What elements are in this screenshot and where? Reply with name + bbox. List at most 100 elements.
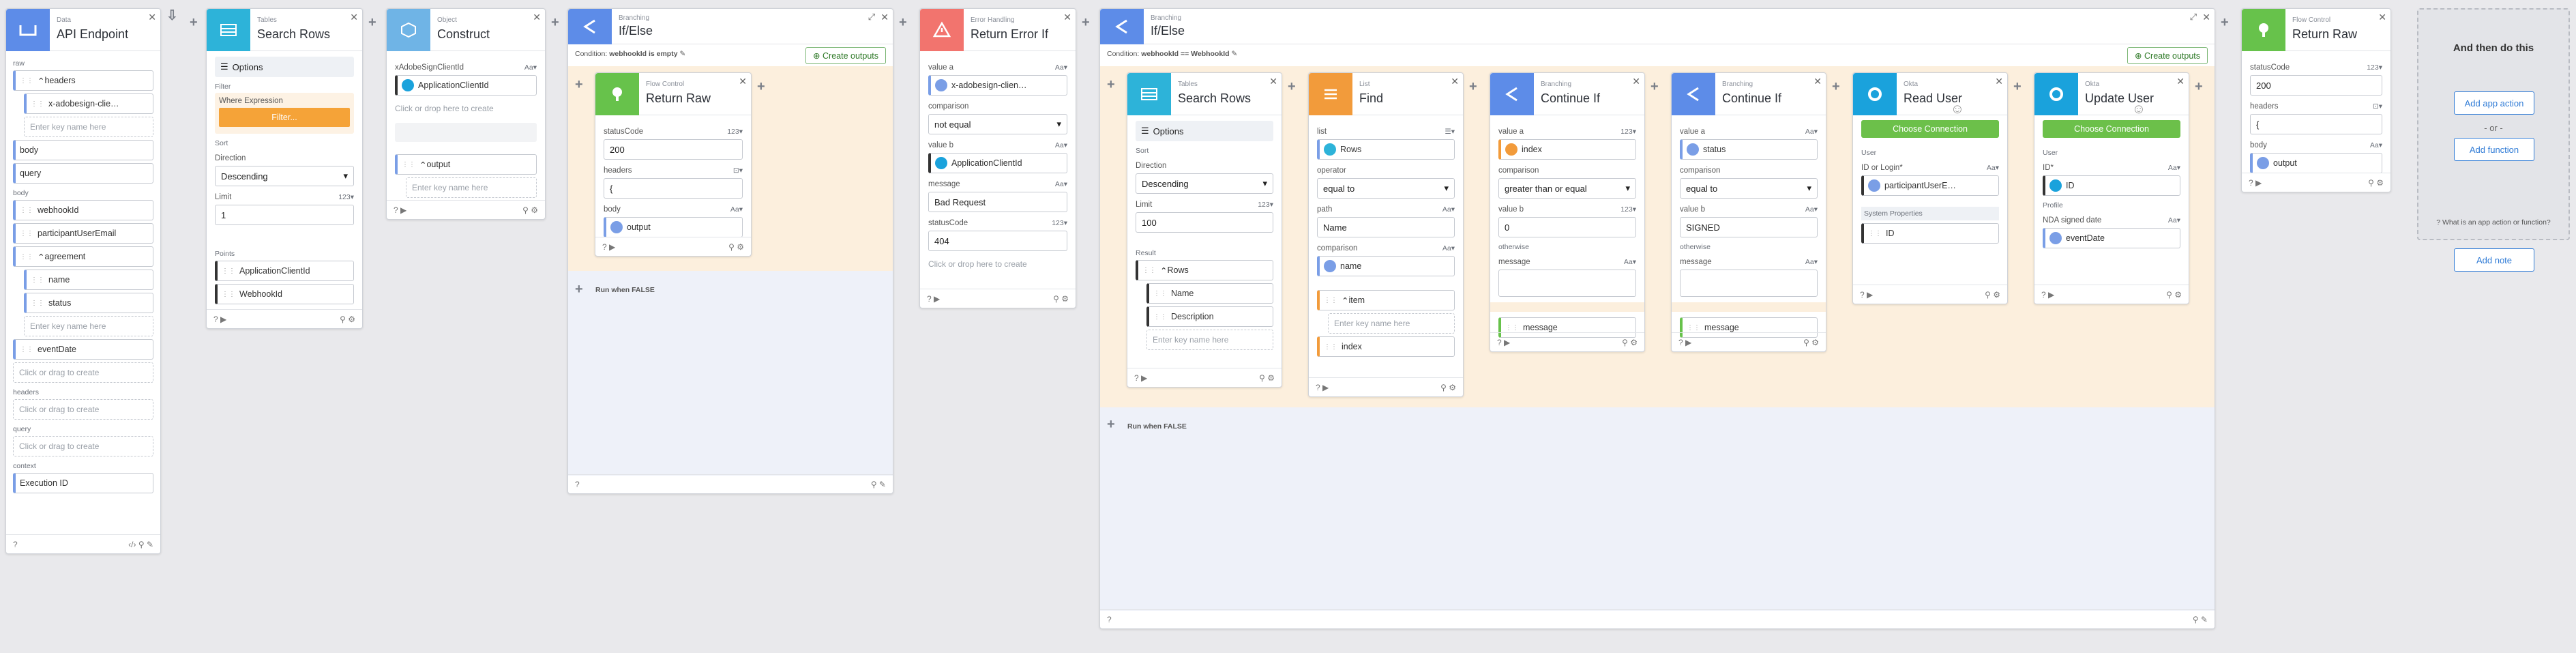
status-input[interactable]: 200 — [2250, 75, 2382, 96]
key-xadobesign[interactable]: ⋮⋮ x-adobesign-clie… — [24, 93, 153, 114]
comparison-select[interactable]: equal to ▾ — [1680, 178, 1818, 199]
close-icon[interactable]: ✕ — [1813, 76, 1822, 87]
help-icon[interactable]: ? — [1107, 615, 1112, 624]
list-pill[interactable]: Rows — [1317, 139, 1455, 160]
key-input[interactable]: Enter key name here — [1328, 313, 1455, 334]
comparison-pill[interactable]: name — [1317, 256, 1455, 276]
add-step-icon[interactable]: + — [575, 77, 583, 93]
choose-connection-button[interactable]: Choose Connection — [1861, 120, 1999, 138]
add-step-icon[interactable]: + — [899, 15, 907, 31]
toolbar-icons[interactable]: ⚲ ⚙ — [2166, 290, 2182, 300]
return-error-card[interactable]: Error Handling Return Error If ✕ value a… — [919, 8, 1076, 308]
key-headers[interactable]: ⋮⋮ ⌃ headers — [13, 70, 153, 91]
body-pill[interactable]: output — [2250, 153, 2382, 173]
direction-select[interactable]: Descending ▾ — [215, 166, 354, 186]
help-icon[interactable]: ? ▶ — [2041, 290, 2054, 300]
toolbar-icons[interactable]: ‹/› ⚲ ✎ — [128, 540, 153, 549]
value-a-pill[interactable]: x-adobesign-clien… — [928, 75, 1067, 96]
comparison-select[interactable]: not equal ▾ — [928, 114, 1067, 134]
add-step-icon[interactable]: + — [1650, 79, 1659, 95]
options-toggle[interactable]: ☰ Options — [215, 57, 354, 77]
point-item[interactable]: ⋮⋮ ApplicationClientId — [215, 261, 354, 281]
key-input[interactable]: Enter key name here — [24, 117, 153, 137]
toolbar-icons[interactable]: ⚲ ⚙ — [1259, 373, 1275, 383]
toolbar-icons[interactable]: ⚲ ⚙ — [1440, 383, 1456, 392]
search-rows-card[interactable]: Tables Search Rows ✕ ☰ Options Sort Dire… — [1127, 72, 1282, 388]
close-icon[interactable]: ✕ — [533, 12, 541, 23]
toolbar-icons[interactable]: ⚲ ⚙ — [1622, 338, 1638, 347]
close-icon[interactable]: ✕ — [1063, 12, 1071, 23]
search-rows-card[interactable]: Tables Search Rows ✕ ☰ Options Filter Wh… — [206, 8, 363, 329]
add-step-icon[interactable]: + — [2195, 79, 2203, 95]
key-agreement[interactable]: ⋮⋮ ⌃ agreement — [13, 246, 153, 267]
key-body[interactable]: body — [13, 140, 153, 160]
help-icon[interactable]: ? ▶ — [1134, 373, 1147, 383]
close-icon[interactable]: ✕ — [1451, 76, 1459, 87]
key-query[interactable]: query — [13, 163, 153, 184]
expand-icon[interactable]: ⤢ — [2190, 12, 2197, 23]
nda-pill[interactable]: eventDate — [2043, 228, 2180, 248]
body-pill[interactable]: output — [604, 217, 743, 237]
add-step-icon[interactable]: + — [368, 15, 376, 31]
help-icon[interactable]: ? ▶ — [1860, 290, 1873, 300]
create-placeholder[interactable]: Click or drag to create — [13, 399, 153, 420]
add-step-icon[interactable]: + — [551, 15, 559, 31]
output-key[interactable]: ⋮⋮ ⌃ output — [395, 154, 537, 175]
add-step-icon[interactable]: + — [2221, 15, 2229, 31]
return-raw-card[interactable]: Flow Control Return Raw ✕ statusCode 123▾… — [2241, 8, 2391, 192]
toolbar-icons[interactable]: ⚲ ⚙ — [522, 205, 538, 215]
toolbar-icons[interactable]: ⚲ ⚙ — [340, 315, 355, 324]
direction-select[interactable]: Descending ▾ — [1136, 173, 1273, 194]
help-icon[interactable]: ? ▶ — [394, 205, 406, 215]
key-status[interactable]: ⋮⋮ status — [24, 293, 153, 313]
headers-input[interactable]: { — [2250, 114, 2382, 134]
point-item[interactable]: ⋮⋮ WebhookId — [215, 284, 354, 304]
help-link[interactable]: ? What is an app action or function? — [2418, 218, 2568, 227]
options-toggle[interactable]: ☰ Options — [1136, 121, 1273, 141]
close-icon[interactable]: ✕ — [148, 12, 156, 23]
key-input[interactable]: Enter key name here — [406, 177, 537, 198]
add-step-icon[interactable]: + — [1082, 15, 1090, 31]
limit-input[interactable]: 100 — [1136, 212, 1273, 233]
add-step-icon[interactable]: + — [1469, 79, 1477, 95]
add-step-icon[interactable]: + — [1288, 79, 1296, 95]
value-b-input[interactable]: 0 — [1498, 217, 1636, 237]
add-step-icon[interactable]: + — [575, 282, 583, 298]
help-icon[interactable]: ? — [575, 480, 580, 489]
toolbar-icons[interactable]: ⚲ ⚙ — [2368, 178, 2384, 188]
add-app-action-button[interactable]: Add app action — [2454, 91, 2534, 115]
update-user-card[interactable]: Okta Update User ✕ ☺ Choose Connection U… — [2034, 72, 2189, 304]
id-pill[interactable]: ID — [2043, 175, 2180, 196]
close-icon[interactable]: ✕ — [2378, 12, 2386, 23]
help-icon[interactable]: ? ▶ — [213, 315, 226, 324]
value-b-input[interactable]: SIGNED — [1680, 217, 1818, 237]
key-execution-id[interactable]: Execution ID — [13, 473, 153, 493]
add-step-icon[interactable]: + — [757, 79, 765, 95]
add-step-icon[interactable]: + — [1107, 77, 1115, 93]
add-step-icon[interactable]: + — [2013, 79, 2022, 95]
create-outputs-button[interactable]: ⊕ Create outputs — [2127, 47, 2208, 64]
close-icon[interactable]: ✕ — [1632, 76, 1640, 87]
add-function-button[interactable]: Add function — [2454, 138, 2534, 161]
toolbar-icons[interactable]: ⚲ ✎ — [871, 480, 886, 489]
key-input[interactable]: Enter key name here — [1146, 330, 1273, 350]
close-icon[interactable]: ✕ — [350, 12, 358, 23]
close-icon[interactable]: ✕ — [1269, 76, 1277, 87]
headers-input[interactable]: { — [604, 178, 743, 199]
add-step-icon[interactable]: + — [1107, 417, 1115, 433]
construct-card[interactable]: Object Construct ✕ xAdobeSignClientId Aa▾… — [386, 8, 546, 220]
add-step-icon[interactable]: + — [190, 15, 198, 31]
api-endpoint-card[interactable]: Data API Endpoint ✕ raw ⋮⋮ ⌃ headers ⋮⋮ x-… — [5, 8, 161, 554]
value-b-pill[interactable]: ApplicationClientId — [928, 153, 1067, 173]
value-a-pill[interactable]: index — [1498, 139, 1636, 160]
return-raw-card[interactable]: Flow Control Return Raw ✕ statusCode 123▾… — [595, 72, 752, 257]
expand-icon[interactable]: ⤢ — [868, 12, 875, 23]
create-outputs-button[interactable]: ⊕ Create outputs — [805, 47, 886, 64]
index-key[interactable]: ⋮⋮ index — [1317, 336, 1455, 357]
id-pill[interactable]: participantUserE… — [1861, 175, 1999, 196]
create-placeholder[interactable]: Click or drag to create — [13, 362, 153, 383]
key-eventdate[interactable]: ⋮⋮ eventDate — [13, 339, 153, 360]
limit-input[interactable]: 1 — [215, 205, 354, 225]
rows-key[interactable]: ⋮⋮ ⌃ Rows — [1136, 260, 1273, 280]
pin-icon[interactable]: ⇩ — [166, 7, 178, 24]
